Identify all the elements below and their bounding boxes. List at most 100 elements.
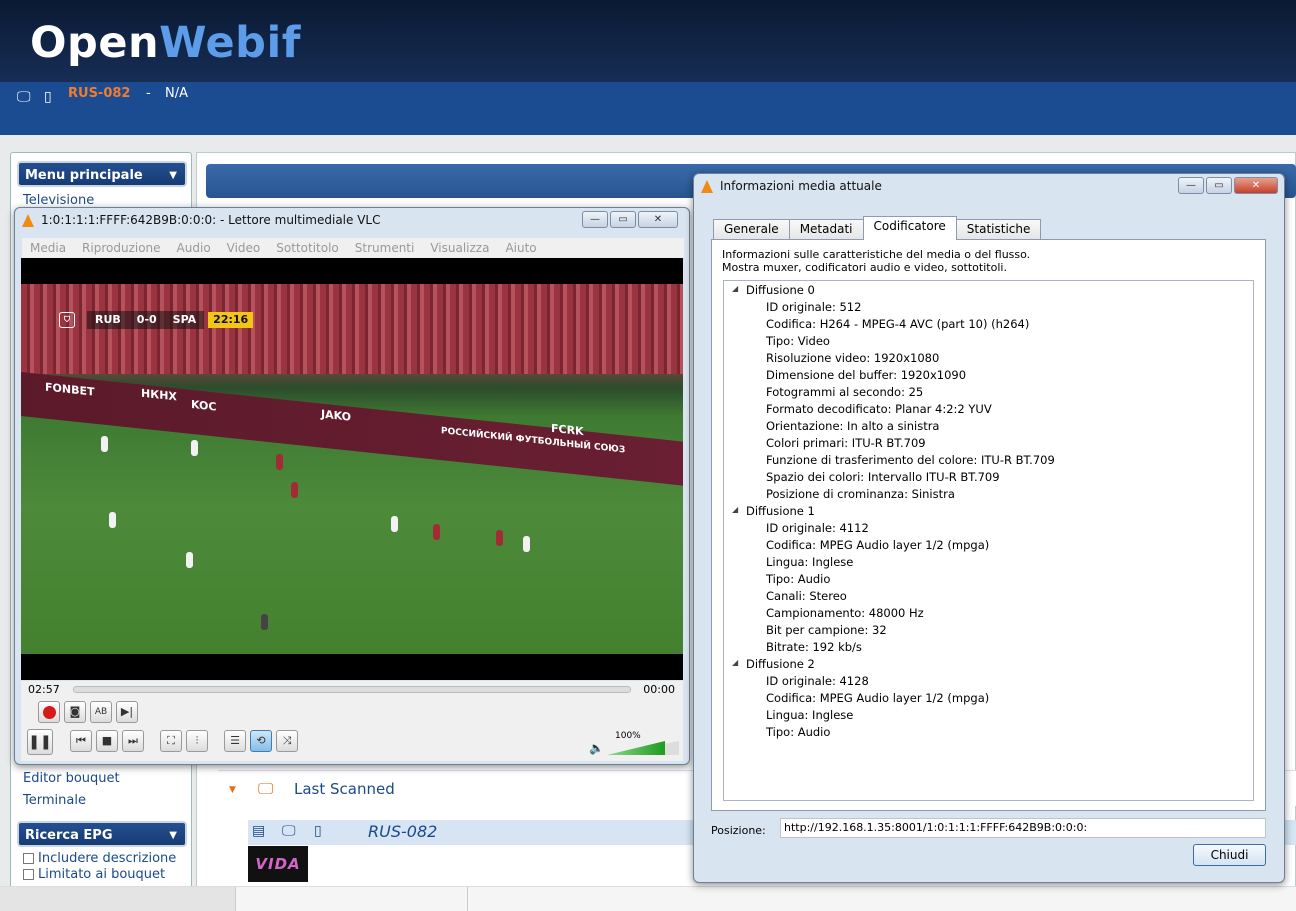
volume-percent: 100% [615,731,641,741]
minimize-button[interactable]: — [582,211,608,228]
main-menu-header[interactable]: Menu principale ▼ [17,161,187,187]
fullscreen-button[interactable]: ⛶ [160,730,182,752]
position-field[interactable]: http://192.168.1.35:8001/1:0:1:1:1:FFFF:… [780,818,1266,838]
menu-aiuto[interactable]: Aiuto [497,238,544,258]
menu-media[interactable]: Media [22,238,74,258]
window-buttons: — ▭ ✕ [582,211,678,228]
snapshot-button[interactable]: ◙ [64,701,86,723]
next-button[interactable]: ⏭ [122,730,144,752]
player [101,436,108,452]
stream-property: Funzione di trasferimento del colore: IT… [766,453,1055,467]
player [433,524,440,540]
stream-property: ID originale: 4112 [766,521,869,535]
vlc-cone-icon [701,180,713,193]
epg-search-header[interactable]: Ricerca EPG ▼ [17,821,187,847]
player [186,552,193,568]
score-away: SPA [164,311,205,329]
sidebar-item-editor-bouquet[interactable]: Editor bouquet [23,771,120,786]
expand-arrow-icon[interactable]: ▼ [229,785,236,795]
record-button[interactable] [38,701,60,723]
menu-riproduzione[interactable]: Riproduzione [74,238,169,258]
taskbar [0,886,1296,911]
media-info-window: Informazioni media attuale — ▭ ✕ General… [693,173,1285,883]
vlc-title: 1:0:1:1:1:FFFF:642B9B:0:0:0: - Lettore m… [41,213,381,227]
epg-list-icon[interactable]: ▤ [252,823,265,839]
time-total: 00:00 [643,683,675,696]
tab-codificatore[interactable]: Codificatore [862,216,957,240]
menu-strumenti[interactable]: Strumenti [347,238,423,258]
stream-header[interactable]: Diffusione 0 [732,283,815,297]
tab-statistiche[interactable]: Statistiche [955,219,1042,240]
maximize-button[interactable]: ▭ [610,211,636,228]
time-elapsed: 02:57 [28,683,60,696]
previous-button[interactable]: ⏮ [70,730,92,752]
football-scene: FONBET НКНХ KOC JAKO РОССИЙСКИЙ ФУТБОЛЬН… [21,284,683,654]
menu-video[interactable]: Video [219,238,269,258]
loop-ab-button[interactable]: AB [90,701,112,723]
box-name: RUS-082 [68,86,131,101]
match-clock: 22:16 [208,312,254,328]
checkbox[interactable] [23,853,34,864]
shuffle-button[interactable]: ⤨ [276,730,298,752]
player [291,482,298,498]
menu-sottotitolo[interactable]: Sottotitolo [268,238,346,258]
panel-description: Informazioni sulle caratteristiche del m… [722,248,1031,274]
stream-property: Codifica: MPEG Audio layer 1/2 (mpga) [766,538,990,552]
menu-audio[interactable]: Audio [169,238,219,258]
codec-panel: Informazioni sulle caratteristiche del m… [711,239,1266,811]
stream-property: Orientazione: In alto a sinistra [766,419,940,433]
score-home: RUB [87,311,129,329]
playlist-button[interactable]: ☰ [224,730,246,752]
close-button[interactable]: ✕ [1234,177,1278,194]
stream-property: Tipo: Video [766,334,830,348]
close-button[interactable]: ✕ [638,211,678,228]
pause-button[interactable]: ❚❚ [27,729,53,755]
player [191,440,198,456]
monitor-icon[interactable]: 🖵 [282,823,296,839]
stop-button[interactable]: ■ [96,730,118,752]
stream-property: Colori primari: ITU-R BT.709 [766,436,926,450]
stream-property: Canali: Stereo [766,589,847,603]
video-area[interactable]: FONBET НКНХ KOC JAKO РОССИЙСКИЙ ФУТБОЛЬН… [21,258,683,680]
mobile-icon[interactable]: ▯ [44,89,52,105]
extended-settings-button[interactable]: ⫶ [186,730,208,752]
codec-tree[interactable]: Diffusione 0 ID originale: 512 Codifica: H… [723,280,1254,801]
menu-visualizza[interactable]: Visualizza [422,238,497,258]
tab-metadati[interactable]: Metadati [788,219,864,240]
chevron-down-icon: ▼ [169,830,177,841]
stream-property: Formato decodificato: Planar 4:2:2 YUV [766,402,992,416]
frame-step-button[interactable]: ▶| [116,701,138,723]
checkbox[interactable] [23,869,34,880]
monitor-icon[interactable]: 🖵 [17,89,31,105]
speaker-icon[interactable]: 🔈 [589,741,604,755]
stream-property: Bitrate: 192 kb/s [766,640,862,654]
close-dialog-button[interactable]: Chiudi [1193,844,1266,866]
sidebar-item-televisione[interactable]: Televisione [23,193,94,208]
taskbar-tab[interactable] [236,887,468,911]
sidebar-item-terminale[interactable]: Terminale [23,793,86,808]
player [496,530,503,546]
position-label: Posizione: [711,824,766,837]
openwebif-logo[interactable]: OpenWebif [30,18,301,68]
maximize-button[interactable]: ▭ [1206,177,1232,194]
tab-generale[interactable]: Generale [713,219,790,240]
stream-property: ID originale: 4128 [766,674,869,688]
stream-header[interactable]: Diffusione 2 [732,657,815,671]
player [391,516,398,532]
epg-limit-bouquet[interactable]: Limitato ai bouquet [23,867,165,882]
taskbar-tab[interactable] [0,887,236,911]
stream-header[interactable]: Diffusione 1 [732,504,815,518]
loop-button[interactable]: ⟲ [250,730,272,752]
player [276,454,283,470]
scoreboard: ⛉ RUB 0-0 SPA 22:16 [59,311,254,329]
epg-include-description[interactable]: Includere descrizione [23,851,176,866]
chevron-down-icon: ▼ [169,170,177,181]
stream-property: Bit per campione: 32 [766,623,887,637]
mobile-icon[interactable]: ▯ [314,823,322,839]
seek-slider[interactable] [73,686,631,693]
player [523,536,530,552]
minimize-button[interactable]: — [1178,177,1204,194]
volume-slider[interactable]: 🔈 100% [589,731,679,755]
channel-name[interactable]: RUS-082 [368,822,437,841]
stream-property: Codifica: MPEG Audio layer 1/2 (mpga) [766,691,990,705]
